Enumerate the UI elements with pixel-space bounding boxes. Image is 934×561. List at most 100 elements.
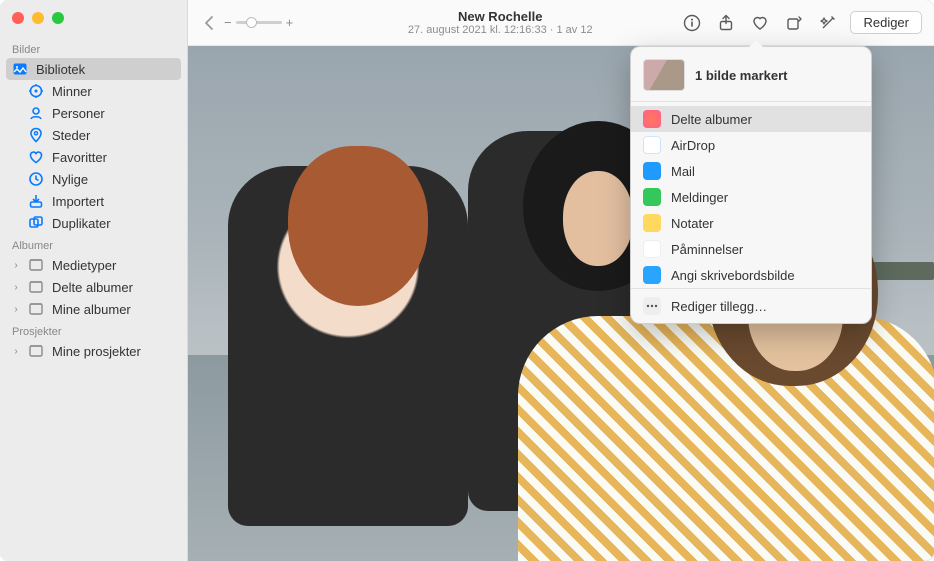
main-content: − + New Rochelle 27. august 2021 kl. 12:… [188, 0, 934, 561]
sidebar-item-duplikater[interactable]: Duplikater [0, 212, 187, 234]
clock-icon [28, 171, 44, 187]
zoom-knob[interactable] [246, 17, 257, 28]
share-thumbnail [643, 59, 685, 91]
share-item-label: Angi skrivebordsbilde [671, 268, 795, 283]
share-item-airdrop[interactable]: AirDrop [631, 132, 871, 158]
share-item-label: Påminnelser [671, 242, 743, 257]
chevron-right-icon: › [12, 346, 20, 357]
share-item-påminnelser[interactable]: Påminnelser [631, 236, 871, 262]
zoom-track [236, 21, 282, 24]
share-item-label: Meldinger [671, 190, 728, 205]
edit-button[interactable]: Rediger [850, 11, 922, 34]
sidebar-item-label: Minner [52, 84, 175, 99]
photo-subject-3 [518, 316, 934, 561]
app-window: Bilder Bibliotek Minner Personer Steder Favor… [0, 0, 934, 561]
sidebar-item-importert[interactable]: Importert [0, 190, 187, 212]
share-item-label: Delte albumer [671, 112, 752, 127]
sidebar-item-delte-albumer[interactable]: › Delte albumer [0, 276, 187, 298]
back-button[interactable] [200, 16, 218, 30]
close-window-button[interactable] [12, 12, 24, 24]
favorite-button[interactable] [748, 11, 772, 35]
enhance-button[interactable] [816, 11, 840, 35]
share-popover: 1 bilde markert Delte albumer AirDrop Mail… [630, 46, 872, 324]
toolbar-right: Rediger [680, 11, 922, 35]
heart-icon [28, 149, 44, 165]
import-icon [28, 193, 44, 209]
share-item-delte-albumer[interactable]: Delte albumer [631, 106, 871, 132]
sidebar-item-favoritter[interactable]: Favoritter [0, 146, 187, 168]
sidebar: Bilder Bibliotek Minner Personer Steder Favor… [0, 0, 188, 561]
more-icon [643, 297, 661, 315]
sidebar-item-medietyper[interactable]: › Medietyper [0, 254, 187, 276]
share-item-meldinger[interactable]: Meldinger [631, 184, 871, 210]
sidebar-item-bibliotek[interactable]: Bibliotek [6, 58, 181, 80]
chevron-right-icon: › [12, 304, 20, 315]
share-item-label: Mail [671, 164, 695, 179]
share-popover-header: 1 bilde markert [631, 55, 871, 101]
share-item-notater[interactable]: Notater [631, 210, 871, 236]
toolbar: − + New Rochelle 27. august 2021 kl. 12:… [188, 0, 934, 46]
sidebar-item-label: Mine albumer [52, 302, 175, 317]
zoom-out-icon: − [224, 15, 232, 30]
sidebar-item-label: Delte albumer [52, 280, 175, 295]
page-title: New Rochelle [328, 9, 672, 24]
zoom-in-icon: + [286, 15, 294, 30]
share-item-label: AirDrop [671, 138, 715, 153]
share-more-label: Rediger tillegg… [671, 299, 767, 314]
share-edit-extensions[interactable]: Rediger tillegg… [631, 293, 871, 319]
sidebar-item-label: Bibliotek [36, 62, 169, 77]
album-icon [28, 301, 44, 317]
airdrop-icon [643, 136, 661, 154]
duplicates-icon [28, 215, 44, 231]
sidebar-item-steder[interactable]: Steder [0, 124, 187, 146]
chevron-right-icon: › [12, 282, 20, 293]
zoom-window-button[interactable] [52, 12, 64, 24]
mail-icon [643, 162, 661, 180]
toolbar-left: − + [200, 15, 320, 30]
library-icon [12, 61, 28, 77]
sidebar-section-label: Albumer [0, 234, 187, 254]
chevron-right-icon: › [12, 260, 20, 271]
album-icon [28, 279, 44, 295]
sidebar-item-label: Importert [52, 194, 175, 209]
sidebar-item-label: Nylige [52, 172, 175, 187]
sidebar-section-label: Prosjekter [0, 320, 187, 340]
memories-icon [28, 83, 44, 99]
sidebar-item-personer[interactable]: Personer [0, 102, 187, 124]
album-icon [28, 343, 44, 359]
sidebar-item-label: Personer [52, 106, 175, 121]
sidebar-item-label: Mine prosjekter [52, 344, 175, 359]
window-controls [0, 6, 187, 38]
rotate-button[interactable] [782, 11, 806, 35]
photo-subject-1 [228, 166, 468, 526]
divider [631, 101, 871, 102]
sidebar-item-label: Steder [52, 128, 175, 143]
page-subtitle: 27. august 2021 kl. 12:16:33 · 1 av 12 [328, 24, 672, 36]
notes-icon [643, 214, 661, 232]
sidebar-item-label: Medietyper [52, 258, 175, 273]
share-button[interactable] [714, 11, 738, 35]
share-item-angi-skrivebordsbilde[interactable]: Angi skrivebordsbilde [631, 262, 871, 288]
reminders-icon [643, 240, 661, 258]
album-icon [28, 257, 44, 273]
people-icon [28, 105, 44, 121]
share-header-text: 1 bilde markert [695, 68, 788, 83]
sidebar-item-label: Duplikater [52, 216, 175, 231]
sidebar-item-minner[interactable]: Minner [0, 80, 187, 102]
sidebar-section-label: Bilder [0, 38, 187, 58]
share-item-mail[interactable]: Mail [631, 158, 871, 184]
minimize-window-button[interactable] [32, 12, 44, 24]
sidebar-item-mine-prosjekter[interactable]: › Mine prosjekter [0, 340, 187, 362]
divider [631, 288, 871, 289]
sidebar-item-nylige[interactable]: Nylige [0, 168, 187, 190]
share-item-label: Notater [671, 216, 714, 231]
sharedalbums-icon [643, 110, 661, 128]
sidebar-item-label: Favoritter [52, 150, 175, 165]
toolbar-title-area: New Rochelle 27. august 2021 kl. 12:16:3… [328, 9, 672, 36]
sidebar-item-mine-albumer[interactable]: › Mine albumer [0, 298, 187, 320]
places-icon [28, 127, 44, 143]
info-button[interactable] [680, 11, 704, 35]
zoom-slider[interactable]: − + [224, 15, 293, 30]
desktop-icon [643, 266, 661, 284]
messages-icon [643, 188, 661, 206]
